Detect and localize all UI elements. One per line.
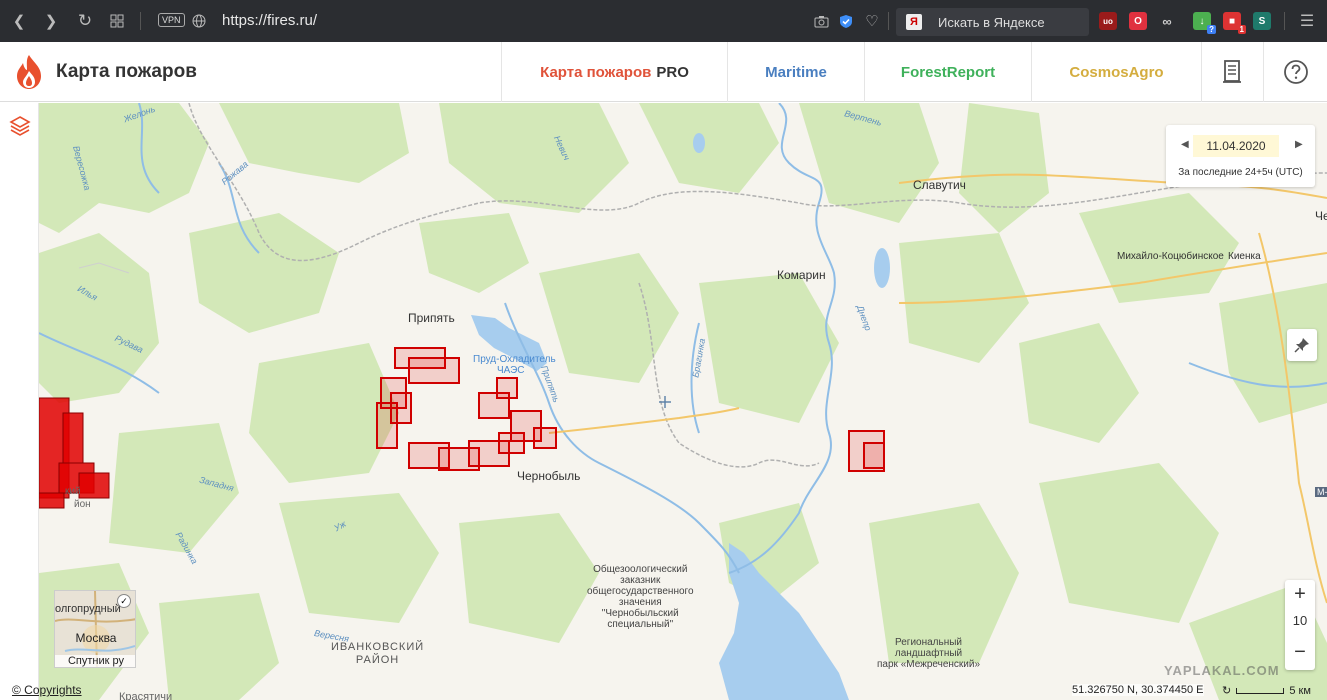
separator — [888, 12, 889, 30]
forward-icon[interactable]: ❯ — [40, 10, 62, 32]
browser-toolbar: ❮ ❯ ↻ VPN https://fires.ru/ ♡ Я Искать в… — [0, 0, 1327, 42]
map-footer: © Copyrights 51.326750 N, 30.374450 E ↻ … — [0, 681, 1327, 700]
map-label-chaes: ЧАЭС — [497, 365, 525, 376]
document-icon — [1222, 60, 1241, 83]
minimap-label: Спутник ру — [55, 655, 135, 667]
reserve-line: общегосударственного — [587, 586, 694, 597]
shield-icon[interactable] — [835, 10, 857, 32]
date-value[interactable]: 11.04.2020 — [1193, 135, 1279, 157]
reserve-line: значения — [618, 597, 662, 608]
address-bar[interactable]: https://fires.ru/ — [222, 12, 317, 29]
map-label-slavutych: Славутич — [913, 178, 966, 192]
tab-maritime[interactable]: Maritime — [727, 42, 864, 102]
next-date-button[interactable]: ▶ — [1295, 139, 1303, 150]
copyrights-link[interactable]: © Copyrights — [12, 683, 82, 697]
glasses-icon[interactable]: ∞ — [1158, 12, 1176, 30]
park-line: ландшафтный — [894, 648, 963, 659]
tab-label: Карта пожаров — [540, 63, 652, 81]
reserve-line: Общезоологический — [593, 564, 688, 575]
minimap-layer-switch[interactable]: олгопрудный Москва ✓ Спутник ру — [54, 590, 136, 668]
tab-fires-pro[interactable]: Карта пожаров PRO — [501, 42, 727, 102]
heart-icon[interactable]: ♡ — [861, 10, 883, 32]
reserve-line: "Чернобыльский — [601, 608, 679, 619]
pin-icon — [1294, 338, 1309, 353]
scale-label: 5 км — [1289, 685, 1311, 697]
date-range-label: За последние 24+5ч (UTC) — [1178, 167, 1303, 178]
opera-icon[interactable]: O — [1129, 12, 1147, 30]
coordinates-readout: 51.326750 N, 30.374450 E — [1072, 684, 1204, 696]
park-line: Региональный — [895, 637, 963, 648]
map-label-chernobyl: Чернобыль — [517, 469, 581, 483]
menu-icon[interactable]: ☰ — [1296, 10, 1318, 32]
zoological-reserve-label: Общезоологический заказник общегосударст… — [587, 564, 694, 630]
park-line: парк «Межреченский» — [877, 659, 981, 670]
back-icon[interactable]: ❮ — [8, 10, 30, 32]
map-label-district-left-2: йон — [74, 499, 91, 510]
zoom-out-button[interactable]: − — [1285, 638, 1315, 668]
reload-icon[interactable]: ↻ — [74, 10, 96, 32]
map-label-district-left-1: кий — [65, 486, 81, 497]
layers-icon[interactable] — [9, 115, 31, 137]
camera-icon[interactable] — [810, 10, 832, 32]
map-label-cher: Чер — [1315, 209, 1327, 223]
yandex-search[interactable]: Я Искать в Яндексе — [896, 8, 1089, 36]
regional-park-label: Региональный ландшафтный парк «Межреченс… — [877, 637, 980, 670]
separator — [140, 12, 141, 30]
s-extension-icon[interactable]: S — [1253, 12, 1271, 30]
watermark: YAPLAKAL.COM — [1164, 663, 1280, 678]
map-label-pripyat: Припять — [408, 311, 455, 325]
date-picker: ◀ 11.04.2020 ▶ За последние 24+5ч (UTC) — [1166, 125, 1315, 187]
check-icon: ✓ — [117, 594, 131, 608]
tab-forestreport[interactable]: ForestReport — [864, 42, 1031, 102]
ublock-icon[interactable]: uo — [1099, 12, 1117, 30]
minimap-city: Москва — [75, 631, 117, 645]
help-icon — [1283, 60, 1308, 84]
separator — [1284, 12, 1285, 30]
tab-cosmosagro[interactable]: CosmosAgro — [1031, 42, 1201, 102]
center-crosshair — [659, 396, 671, 408]
reserve-line: специальный" — [607, 619, 674, 630]
document-button[interactable] — [1201, 42, 1263, 102]
vpn-badge[interactable]: VPN — [158, 13, 185, 27]
globe-icon[interactable] — [188, 10, 210, 32]
ruler-icon: ↻ — [1222, 685, 1232, 697]
scale-line — [1236, 688, 1285, 695]
pin-button[interactable] — [1287, 329, 1317, 361]
notification-icon[interactable]: ■ 1 — [1223, 12, 1246, 34]
map-label-komarin: Комарин — [777, 268, 826, 282]
map-label-cooling-pond: Пруд-Охладитель — [473, 354, 556, 365]
site-title[interactable]: Карта пожаров — [56, 61, 197, 83]
map-label-kiyenka: Киенка — [1228, 251, 1261, 262]
highway-sign: М-01 — [1315, 487, 1327, 497]
flame-logo-icon[interactable] — [14, 54, 44, 90]
zoom-level: 10 — [1292, 613, 1308, 628]
scale-bar: ↻ 5 км — [1222, 684, 1311, 697]
map[interactable]: Припять Чернобыль Славутич Комарин Михай… — [39, 103, 1327, 700]
download-icon[interactable]: ↓? — [1193, 12, 1216, 34]
side-panel — [0, 103, 39, 700]
reserve-line: заказник — [620, 575, 661, 586]
map-label-mykhailo: Михайло-Коцюбинское — [1117, 251, 1224, 262]
district-line-2: РАЙОН — [355, 654, 400, 666]
grid-icon[interactable] — [106, 10, 128, 32]
zoom-in-button[interactable]: + — [1285, 580, 1315, 610]
yandex-icon: Я — [906, 14, 922, 30]
search-placeholder: Искать в Яндексе — [938, 14, 1045, 30]
map-label-ivankov-district: ИВАНКОВСКИЙ РАЙОН — [331, 641, 424, 667]
help-button[interactable] — [1263, 42, 1327, 102]
pro-label: PRO — [656, 63, 689, 81]
prev-date-button[interactable]: ◀ — [1181, 139, 1189, 150]
zoom-controls: + 10 − — [1285, 580, 1315, 670]
site-header: Карта пожаров Карта пожаров PRO Maritime… — [0, 42, 1327, 102]
